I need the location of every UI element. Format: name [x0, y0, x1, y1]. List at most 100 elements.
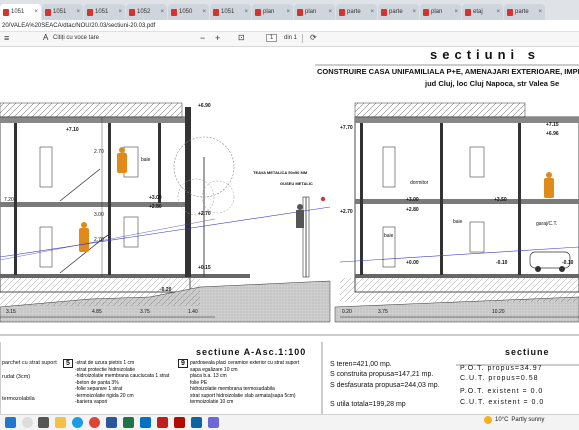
weather-widget[interactable]: 10°C Partly sunny [484, 416, 544, 424]
browser-tab[interactable]: plan × [420, 4, 461, 20]
close-icon[interactable]: × [538, 9, 542, 15]
pdf-file-icon [339, 8, 345, 16]
tab-label: etaj [473, 9, 483, 15]
fence-figure [296, 204, 304, 228]
close-icon[interactable]: × [244, 9, 248, 15]
weather-text: Partly sunny [511, 417, 545, 423]
dimension: 0.20 [342, 309, 352, 315]
close-icon[interactable]: × [370, 9, 374, 15]
outlook-icon[interactable] [140, 417, 151, 428]
browser-tab[interactable]: parte × [336, 4, 377, 20]
browser-tab[interactable]: 1051 × [210, 4, 251, 20]
close-icon[interactable]: × [496, 9, 500, 15]
rotate-icon[interactable]: ⟳ [310, 33, 317, 42]
browser-tab-strip: 1051 × 1051 × 1051 × 1052 × 1050 × 1051 × plan × plan ×… [0, 0, 579, 20]
legend-col1-item: rudat (3cm) [2, 374, 31, 380]
windows-start-icon[interactable] [5, 417, 16, 428]
browser-tab[interactable]: 1050 × [168, 4, 209, 20]
dimension: 3.75 [378, 309, 388, 315]
chrome-icon[interactable] [89, 417, 100, 428]
close-icon[interactable]: × [328, 9, 332, 15]
fence-label-2: GUSEU METALIC [280, 181, 313, 186]
pdf-app-icon[interactable] [174, 417, 185, 428]
toolbar-divider [302, 34, 303, 43]
dimension: 4.85 [92, 309, 102, 315]
word-icon[interactable] [106, 417, 117, 428]
close-icon[interactable]: × [34, 9, 38, 15]
pdf-file-icon [297, 8, 303, 16]
dimension: 3.75 [140, 309, 150, 315]
human-figure-upper-left [117, 147, 127, 173]
search-icon[interactable] [22, 417, 33, 428]
autocad-icon[interactable] [157, 417, 168, 428]
fit-page-icon[interactable]: ⊡ [238, 33, 245, 42]
legend-col1-item: termozolabila [2, 396, 35, 402]
level-marker: -0.10 [562, 260, 574, 266]
close-icon[interactable]: × [118, 9, 122, 15]
pdf-page: sectiuni s CONSTRUIRE CASA UNIFAMILIALA … [0, 47, 579, 414]
browser-tab[interactable]: plan × [294, 4, 335, 20]
level-marker: +2.70 [340, 209, 353, 215]
read-aloud-button[interactable]: Citiți cu voce tare [53, 35, 99, 41]
browser-tab[interactable]: 1051 × [42, 4, 83, 20]
close-icon[interactable]: × [412, 9, 416, 15]
pdf-file-icon [423, 8, 429, 16]
level-marker: +3.00 [406, 197, 419, 203]
zoom-in-icon[interactable]: + [215, 33, 220, 43]
mail-icon[interactable] [191, 417, 202, 428]
room-label: garaj/C.T. [536, 221, 558, 227]
address-bar[interactable]: 20/VALEA%20SEACA/dtac/NOU/20.03/sectiuni… [0, 20, 579, 32]
tab-label: plan [431, 9, 443, 15]
file-explorer-icon[interactable] [55, 417, 66, 428]
tab-label: parte [515, 9, 529, 15]
close-icon[interactable]: × [160, 9, 164, 15]
address-text: 20/VALEA%20SEACA/dtac/NOU/20.03/sectiuni… [2, 23, 156, 29]
excel-icon[interactable] [123, 417, 134, 428]
dimension: 10.20 [492, 309, 505, 315]
photos-icon[interactable] [208, 417, 219, 428]
zoom-out-icon[interactable]: − [200, 33, 205, 43]
tab-label: 1050 [179, 9, 193, 15]
legend-line: -bariera vapori [75, 399, 108, 405]
tab-label: parte [347, 9, 361, 15]
human-figure-right [544, 172, 554, 198]
section-drawing [0, 64, 579, 414]
browser-tab[interactable]: plan × [252, 4, 293, 20]
indicator-pot-existent: P.O.T. existent = 0.0 [460, 388, 544, 395]
level-marker: +2.70 [198, 211, 211, 217]
legend-line: -hidroizolatie membrana cauciucata 1 str… [75, 373, 170, 379]
browser-tab[interactable]: 1052 × [126, 4, 167, 20]
edge-icon[interactable] [72, 417, 83, 428]
browser-tab[interactable]: parte × [378, 4, 419, 20]
close-icon[interactable]: × [454, 9, 458, 15]
legend-item-9-lines: pardoseala placi ceramice exterior cu st… [190, 360, 299, 406]
close-icon[interactable]: × [202, 9, 206, 15]
level-marker: -0.10 [496, 260, 508, 266]
tab-label: 1051 [221, 9, 235, 15]
task-view-icon[interactable] [38, 417, 49, 428]
browser-tab[interactable]: etaj × [462, 4, 503, 20]
dimension: 2.70 [94, 237, 104, 243]
dimension: 3.00 [94, 212, 104, 218]
legend-item-5-number: 5 [63, 359, 73, 368]
level-marker: +0.00 [406, 260, 419, 266]
browser-tab[interactable]: 1051 × [0, 4, 41, 20]
room-label: dormitor [410, 180, 429, 186]
read-aloud-icon[interactable]: A [43, 33, 48, 42]
page-number-input[interactable]: 1 [266, 34, 278, 42]
close-icon[interactable]: × [286, 9, 290, 15]
browser-tab[interactable]: parte × [504, 4, 545, 20]
close-icon[interactable]: × [76, 9, 80, 15]
tab-label: plan [263, 9, 275, 15]
room-label: baie [141, 157, 151, 163]
pdf-file-icon [129, 8, 135, 16]
browser-tab[interactable]: 1051 × [84, 4, 125, 20]
sheet-title: sectiuni s [430, 47, 540, 62]
sun-icon [484, 416, 492, 424]
level-marker: +3.00 [149, 195, 162, 201]
menu-icon[interactable]: ≡ [4, 33, 9, 43]
area-teren: S teren=421,00 mp. [330, 361, 392, 368]
pdf-toolbar: ≡ A Citiți cu voce tare − + ⊡ 1 din 1 ⟳ [0, 32, 579, 47]
tab-label: parte [389, 9, 403, 15]
level-marker: +7.15 [546, 122, 559, 128]
